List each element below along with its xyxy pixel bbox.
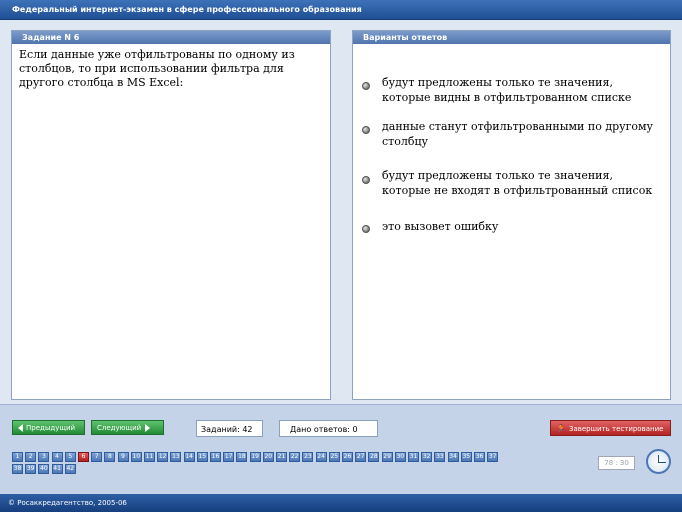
next-button[interactable]: Следующий bbox=[91, 420, 164, 435]
question-number-button[interactable]: 15 bbox=[196, 452, 208, 462]
previous-button[interactable]: Предыдущий bbox=[12, 420, 85, 435]
question-number-button[interactable]: 30 bbox=[394, 452, 406, 462]
question-number-button[interactable]: 6 bbox=[78, 452, 89, 462]
question-number-button[interactable]: 37 bbox=[487, 452, 499, 462]
question-number-button[interactable]: 11 bbox=[144, 452, 155, 462]
question-number-button[interactable]: 19 bbox=[249, 452, 261, 462]
question-number-button[interactable]: 26 bbox=[342, 452, 353, 462]
answers-panel-heading: Варианты ответов bbox=[353, 31, 670, 44]
question-number-button[interactable]: 22 bbox=[289, 452, 301, 462]
question-number-button[interactable]: 18 bbox=[236, 452, 248, 462]
answer-text: будут предложены только те значения, кот… bbox=[382, 169, 653, 197]
question-number-button[interactable]: 10 bbox=[130, 452, 142, 462]
question-number-button[interactable]: 3 bbox=[38, 452, 50, 462]
question-number-button[interactable]: 33 bbox=[434, 452, 446, 462]
question-number-button[interactable]: 28 bbox=[368, 452, 380, 462]
question-number-button[interactable]: 23 bbox=[302, 452, 314, 462]
question-number-button[interactable]: 38 bbox=[12, 464, 23, 474]
question-number-button[interactable]: 21 bbox=[276, 452, 287, 462]
question-number-button[interactable]: 42 bbox=[64, 464, 76, 474]
question-number-button[interactable]: 2 bbox=[25, 452, 37, 462]
answer-text: будут предложены только те значения, кот… bbox=[382, 76, 632, 104]
previous-button-label: Предыдущий bbox=[26, 424, 76, 432]
app-title: Федеральный интернет-экзамен в сфере про… bbox=[12, 5, 362, 14]
question-number-button[interactable]: 31 bbox=[408, 452, 419, 462]
timer-display: 78 : 30 bbox=[598, 456, 635, 470]
question-number-button[interactable]: 29 bbox=[381, 452, 393, 462]
finish-test-button[interactable]: 🏃 Завершить тестирование bbox=[550, 420, 671, 436]
answer-text: данные станут отфильтрованными по другом… bbox=[382, 120, 654, 148]
tasks-count: Заданий: 42 bbox=[196, 420, 263, 437]
question-panel-heading: Задание N 6 bbox=[12, 31, 330, 44]
question-number-button[interactable]: 41 bbox=[51, 464, 63, 474]
question-number-button[interactable]: 25 bbox=[328, 452, 340, 462]
radio-button[interactable] bbox=[362, 126, 370, 134]
answered-count: Дано ответов: 0 bbox=[279, 420, 378, 437]
question-number-button[interactable]: 7 bbox=[91, 452, 103, 462]
clock-icon bbox=[646, 449, 671, 474]
question-number-button[interactable]: 5 bbox=[64, 452, 76, 462]
question-number-button[interactable]: 40 bbox=[38, 464, 50, 474]
question-number-button[interactable]: 27 bbox=[355, 452, 367, 462]
footer: © Росаккредагентство, 2005-06 bbox=[0, 494, 682, 512]
question-number-button[interactable]: 4 bbox=[51, 452, 63, 462]
next-button-label: Следующий bbox=[97, 424, 142, 432]
question-number-button[interactable]: 14 bbox=[183, 452, 195, 462]
question-number-button[interactable]: 32 bbox=[421, 452, 433, 462]
question-number-button[interactable]: 35 bbox=[460, 452, 472, 462]
arrow-left-icon bbox=[18, 424, 23, 432]
question-number-button[interactable]: 17 bbox=[223, 452, 235, 462]
radio-button[interactable] bbox=[362, 176, 370, 184]
answers-panel: Варианты ответов будут предложены только… bbox=[352, 30, 671, 400]
question-number-button[interactable]: 39 bbox=[25, 464, 37, 474]
question-number-button[interactable]: 1 bbox=[12, 452, 23, 462]
radio-button[interactable] bbox=[362, 225, 370, 233]
question-number-button[interactable]: 9 bbox=[117, 452, 129, 462]
question-number-button[interactable]: 34 bbox=[447, 452, 459, 462]
arrow-right-icon bbox=[145, 424, 151, 432]
question-number-button[interactable]: 8 bbox=[104, 452, 116, 462]
question-number-button[interactable]: 12 bbox=[157, 452, 169, 462]
control-area bbox=[0, 404, 682, 494]
finish-test-label: Завершить тестирование bbox=[568, 425, 664, 433]
question-number-button[interactable]: 24 bbox=[315, 452, 327, 462]
question-number-button[interactable]: 36 bbox=[474, 452, 485, 462]
radio-button[interactable] bbox=[362, 82, 370, 90]
question-number-button[interactable]: 20 bbox=[262, 452, 274, 462]
question-number-button[interactable]: 13 bbox=[170, 452, 182, 462]
question-text: Если данные уже отфильтрованы по одному … bbox=[19, 48, 295, 89]
question-panel: Задание N 6 Если данные уже отфильтрован… bbox=[11, 30, 331, 400]
running-man-icon: 🏃 bbox=[556, 424, 566, 433]
question-number-button[interactable]: 16 bbox=[210, 452, 221, 462]
answer-text: это вызовет ошибку bbox=[382, 220, 499, 233]
title-bar: Федеральный интернет-экзамен в сфере про… bbox=[0, 0, 682, 20]
